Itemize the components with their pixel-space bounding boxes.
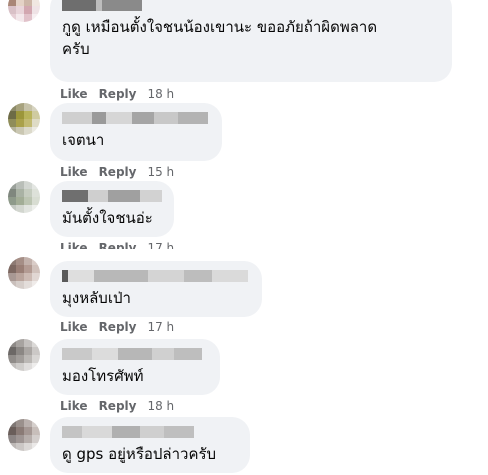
avatar[interactable] [8, 257, 40, 289]
comment-actions: Like Reply 18 h [60, 398, 174, 414]
timestamp[interactable]: 18 h [147, 87, 174, 101]
timestamp[interactable]: 18 h [147, 399, 174, 413]
reply-button[interactable]: Reply [99, 399, 137, 413]
comment-text: ครับ [62, 40, 90, 58]
timestamp[interactable]: 17 h [147, 241, 174, 249]
like-button[interactable]: Like [60, 320, 88, 334]
reply-button[interactable]: Reply [99, 165, 137, 179]
like-button[interactable]: Like [60, 241, 88, 249]
comment-bubble: กูดู เหมือนตั้งใจชนน้องเขานะ ขออภัยถ้าผิ… [50, 0, 452, 82]
comment-bubble: มุงหลับเป่า [50, 261, 262, 317]
comment-actions: Like Reply 17 h [60, 240, 174, 249]
comment-bubble: มันตั้งใจชนอ่ะ [50, 181, 174, 237]
comment-actions: Like Reply 18 h [60, 86, 174, 102]
reply-button[interactable]: Reply [99, 320, 137, 334]
comment-actions: Like Reply 15 h [60, 164, 174, 180]
avatar[interactable] [8, 419, 40, 451]
timestamp[interactable]: 17 h [147, 320, 174, 334]
comment-actions: Like Reply 17 h [60, 319, 174, 335]
comment-text: มองโทรศัพท์ [62, 367, 144, 385]
avatar[interactable] [8, 339, 40, 371]
comment-text: เจตนา [62, 131, 105, 149]
author-name-redacted[interactable] [62, 189, 162, 203]
author-name-redacted[interactable] [62, 111, 210, 125]
like-button[interactable]: Like [60, 87, 88, 101]
reply-button[interactable]: Reply [99, 87, 137, 101]
comment-bubble: ดู gps อยู่หรือปล่าวครับ [50, 417, 250, 473]
author-name-redacted[interactable] [62, 425, 238, 439]
avatar[interactable] [8, 0, 40, 22]
comment-text: ดู gps อยู่หรือปล่าวครับ [62, 445, 217, 463]
comment-text: มุงหลับเป่า [62, 289, 131, 307]
avatar[interactable] [8, 181, 40, 213]
comment-bubble: มองโทรศัพท์ [50, 339, 220, 395]
reply-button[interactable]: Reply [99, 241, 137, 249]
timestamp[interactable]: 15 h [147, 165, 174, 179]
like-button[interactable]: Like [60, 165, 88, 179]
like-button[interactable]: Like [60, 399, 88, 413]
author-name-redacted[interactable] [62, 0, 440, 12]
comment-bubble: เจตนา [50, 103, 222, 161]
comment-text: มันตั้งใจชนอ่ะ [62, 209, 153, 227]
author-name-redacted[interactable] [62, 269, 250, 283]
avatar[interactable] [8, 103, 40, 135]
comment-text: กูดู เหมือนตั้งใจชนน้องเขานะ ขออภัยถ้าผิ… [62, 18, 378, 36]
author-name-redacted[interactable] [62, 347, 208, 361]
